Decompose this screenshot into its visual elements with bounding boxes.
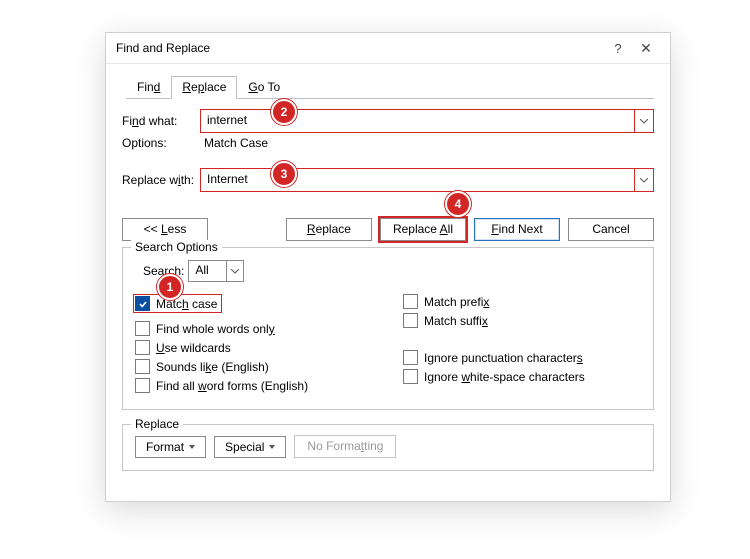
search-direction-dropdown-icon[interactable] (226, 261, 243, 281)
find-what-row: Find what: internet (122, 109, 654, 133)
no-formatting-button: No Formatting (294, 435, 396, 458)
use-wildcards-label: Use wildcards (156, 341, 231, 355)
match-suffix-label: Match suffix (424, 314, 488, 328)
help-button[interactable]: ? (604, 41, 632, 56)
annotation-marker-3: 3 (271, 161, 297, 187)
find-what-label: Find what: (122, 114, 200, 128)
find-options-row: Options: Match Case (122, 136, 654, 150)
replace-with-input[interactable]: Internet (201, 169, 634, 191)
titlebar: Find and Replace ? ✕ (106, 33, 670, 64)
search-direction-value: All (189, 261, 226, 281)
find-options-value: Match Case (200, 136, 268, 150)
replace-legend: Replace (131, 417, 183, 431)
match-prefix-label: Match prefix (424, 295, 489, 309)
format-button[interactable]: Format (135, 436, 206, 458)
find-options-label: Options: (122, 136, 200, 150)
window-title: Find and Replace (116, 41, 604, 55)
word-forms-label: Find all word forms (English) (156, 379, 308, 393)
checkbox-icon (403, 294, 418, 309)
options-columns: Match case Find whole words only Use wil… (135, 290, 641, 397)
ignore-whitespace-label: Ignore white-space characters (424, 370, 585, 384)
ignore-whitespace-checkbox[interactable]: Ignore white-space characters (403, 369, 641, 384)
main-button-row: << Less Replace Replace All Find Next Ca… (122, 218, 654, 241)
checkbox-icon (135, 296, 150, 311)
checkbox-icon (403, 350, 418, 365)
special-button[interactable]: Special (214, 436, 286, 458)
match-suffix-checkbox[interactable]: Match suffix (403, 313, 641, 328)
find-what-dropdown-icon[interactable] (634, 110, 653, 132)
ignore-punct-label: Ignore punctuation characters (424, 351, 583, 365)
find-replace-dialog: Find and Replace ? ✕ Find Replace Go To … (105, 32, 671, 502)
sounds-like-checkbox[interactable]: Sounds like (English) (135, 359, 373, 374)
annotation-marker-4: 4 (445, 191, 471, 217)
find-next-button[interactable]: Find Next (474, 218, 560, 241)
find-what-combo[interactable]: internet (200, 109, 654, 133)
replace-with-combo[interactable]: Internet (200, 168, 654, 192)
checkbox-icon (403, 313, 418, 328)
less-button[interactable]: << Less (122, 218, 208, 241)
word-forms-checkbox[interactable]: Find all word forms (English) (135, 378, 373, 393)
cancel-button[interactable]: Cancel (568, 218, 654, 241)
search-options-legend: Search Options (131, 240, 222, 254)
annotation-marker-1: 1 (157, 274, 183, 300)
sounds-like-label: Sounds like (English) (156, 360, 269, 374)
replace-button[interactable]: Replace (286, 218, 372, 241)
ignore-punct-checkbox[interactable]: Ignore punctuation characters (403, 350, 641, 365)
replace-with-label: Replace with: (122, 173, 200, 187)
dialog-body: Find Replace Go To Find what: internet O… (106, 64, 670, 483)
checkbox-icon (135, 321, 150, 336)
caret-down-icon (269, 445, 275, 449)
use-wildcards-checkbox[interactable]: Use wildcards (135, 340, 373, 355)
options-left-col: Match case Find whole words only Use wil… (135, 290, 373, 397)
tab-find[interactable]: Find (126, 76, 171, 99)
match-prefix-checkbox[interactable]: Match prefix (403, 294, 641, 309)
find-what-input[interactable]: internet (201, 110, 634, 132)
search-direction-row: Search: All (143, 260, 641, 282)
caret-down-icon (189, 445, 195, 449)
checkbox-icon (403, 369, 418, 384)
tab-goto[interactable]: Go To (237, 76, 291, 99)
tab-replace[interactable]: Replace (171, 76, 237, 99)
replace-with-row: Replace with: Internet (122, 168, 654, 192)
checkbox-icon (135, 340, 150, 355)
checkbox-icon (135, 378, 150, 393)
options-right-col: Match prefix Match suffix Ignore punctua… (373, 290, 641, 397)
tab-strip: Find Replace Go To (126, 74, 654, 99)
annotation-marker-2: 2 (271, 99, 297, 125)
close-button[interactable]: ✕ (632, 40, 660, 57)
replace-fieldset: Replace Format Special No Formatting (122, 424, 654, 471)
checkbox-icon (135, 359, 150, 374)
search-direction-select[interactable]: All (188, 260, 244, 282)
replace-all-button[interactable]: Replace All (380, 218, 466, 241)
search-options-fieldset: Search Options Search: All Match (122, 247, 654, 410)
whole-words-label: Find whole words only (156, 322, 275, 336)
whole-words-checkbox[interactable]: Find whole words only (135, 321, 373, 336)
replace-with-dropdown-icon[interactable] (634, 169, 653, 191)
